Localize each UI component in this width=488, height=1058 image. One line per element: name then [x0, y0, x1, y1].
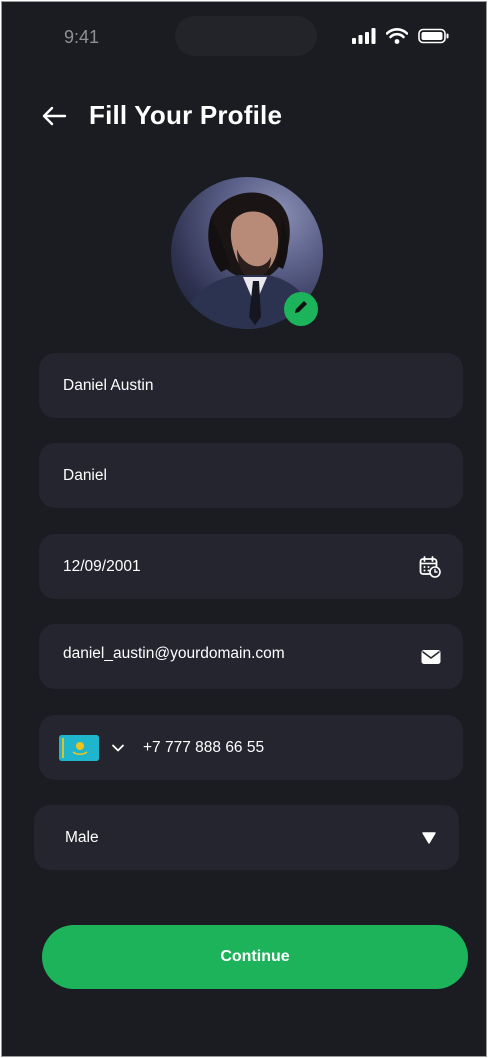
date-of-birth-field[interactable]: 12/09/2001	[39, 534, 463, 599]
continue-button[interactable]: Continue	[42, 925, 468, 989]
date-of-birth-value: 12/09/2001	[63, 557, 141, 575]
phone-field[interactable]: +7 777 888 66 55	[39, 715, 463, 780]
caret-down-icon	[421, 831, 437, 845]
wifi-icon	[385, 28, 409, 49]
battery-icon	[418, 28, 450, 49]
dynamic-island	[175, 16, 317, 56]
gender-value: Male	[65, 828, 99, 846]
nickname-value: Daniel	[63, 466, 107, 484]
status-time: 9:41	[64, 27, 100, 47]
mail-icon	[421, 649, 441, 665]
phone-number-value: +7 777 888 66 55	[143, 738, 265, 756]
kazakhstan-flag-icon	[59, 734, 99, 761]
full-name-value: Daniel Austin	[63, 376, 154, 394]
email-field[interactable]: daniel_austin@yourdomain.com	[39, 624, 463, 689]
back-button[interactable]	[38, 102, 70, 134]
edit-avatar-button[interactable]	[284, 292, 318, 326]
signal-icon	[352, 28, 376, 49]
calendar-icon[interactable]	[419, 555, 441, 578]
status-icons	[352, 28, 450, 49]
page-title: Fill Your Profile	[89, 100, 283, 130]
nickname-field[interactable]: Daniel	[39, 443, 463, 508]
pencil-icon	[293, 299, 309, 320]
email-value: daniel_austin@yourdomain.com	[63, 644, 285, 662]
full-name-field[interactable]: Daniel Austin	[39, 353, 463, 418]
arrow-left-icon	[41, 106, 67, 131]
screen: 9:41 Fill Your Profile Daniel Austin Dan…	[1, 1, 487, 1057]
gender-select[interactable]: Male	[34, 805, 459, 870]
chevron-down-icon[interactable]	[111, 743, 125, 753]
